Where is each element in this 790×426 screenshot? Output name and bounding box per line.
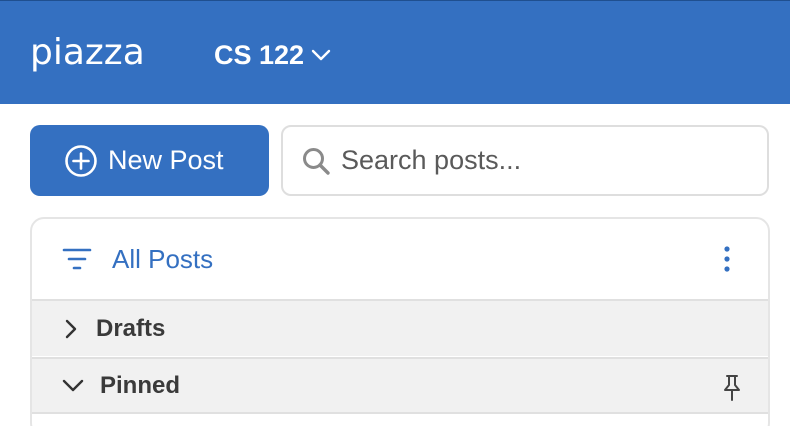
top-navigation-bar: piazza CS 122 xyxy=(0,0,790,104)
chevron-down-icon xyxy=(62,379,84,391)
section-label: Drafts xyxy=(96,314,166,342)
pin-icon xyxy=(724,375,740,401)
feed-filter-header[interactable]: All Posts xyxy=(32,219,768,299)
section-pinned[interactable]: Pinned xyxy=(32,357,768,414)
filter-label: All Posts xyxy=(112,243,214,274)
piazza-logo[interactable]: piazza xyxy=(30,31,145,75)
new-post-button[interactable]: New Post xyxy=(30,125,269,196)
course-name: CS 122 xyxy=(214,39,305,70)
post-feed-panel: All Posts Drafts Pinned xyxy=(30,217,770,426)
search-input[interactable] xyxy=(341,145,741,176)
chevron-right-icon xyxy=(65,319,77,338)
chevron-down-icon xyxy=(311,49,331,61)
new-post-label: New Post xyxy=(108,145,224,175)
course-switcher[interactable]: CS 122 xyxy=(214,37,332,73)
section-drafts[interactable]: Drafts xyxy=(32,299,768,356)
filter-icon xyxy=(62,248,92,270)
kebab-icon[interactable] xyxy=(722,245,732,273)
section-label: Pinned xyxy=(100,371,181,399)
search-box[interactable] xyxy=(281,125,769,196)
search-icon xyxy=(303,147,330,175)
plus-circle-icon xyxy=(65,144,97,177)
